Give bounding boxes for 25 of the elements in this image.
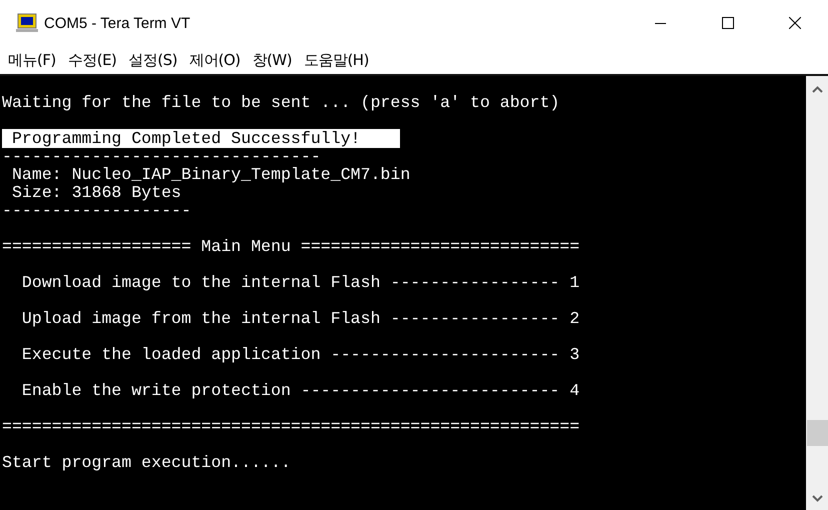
menu-item[interactable]: 도움말(H) [298,50,375,70]
terminal-line: Download image to the internal Flash ----------------- 1 [20,273,580,292]
terminal-line: Waiting for the file to be sent ... (press 'a' to abort) [2,93,560,112]
scroll-down-icon[interactable] [812,495,822,502]
terminal-line: ------------------- [2,201,192,220]
terminal-line: Start program execution...... [2,453,291,472]
menu-item[interactable]: 제어(O) [183,50,246,70]
terminal-line: -------------------------------- [2,147,321,166]
terminal-line: Upload image from the internal Flash ----------------- 2 [20,309,580,328]
terminal-line: Execute the loaded application ----------------------- 3 [20,345,580,364]
scrollbar-thumb[interactable] [807,420,828,446]
close-icon [788,17,800,29]
terminal-line: Enable the write protection -------------------------- 4 [20,381,580,400]
terminal-line: ========================================================== [2,417,580,436]
menu-item[interactable]: 설정(S) [122,50,184,70]
app-icon [16,13,38,33]
terminal-line: =================== Main Menu ============================ [2,237,580,256]
scroll-up-icon[interactable] [812,86,822,93]
window-title: COM5 - Tera Term VT [44,14,192,32]
menu-item[interactable]: 수정(E) [62,50,123,70]
terminal-line: Name: Nucleo_IAP_Binary_Template_CM7.bin [10,165,410,184]
menu-item[interactable]: 창(W) [246,50,298,70]
terminal-line: Size: 31868 Bytes [10,183,182,202]
maximize-icon [722,17,734,29]
menu-item[interactable]: 메뉴(F) [2,50,62,70]
